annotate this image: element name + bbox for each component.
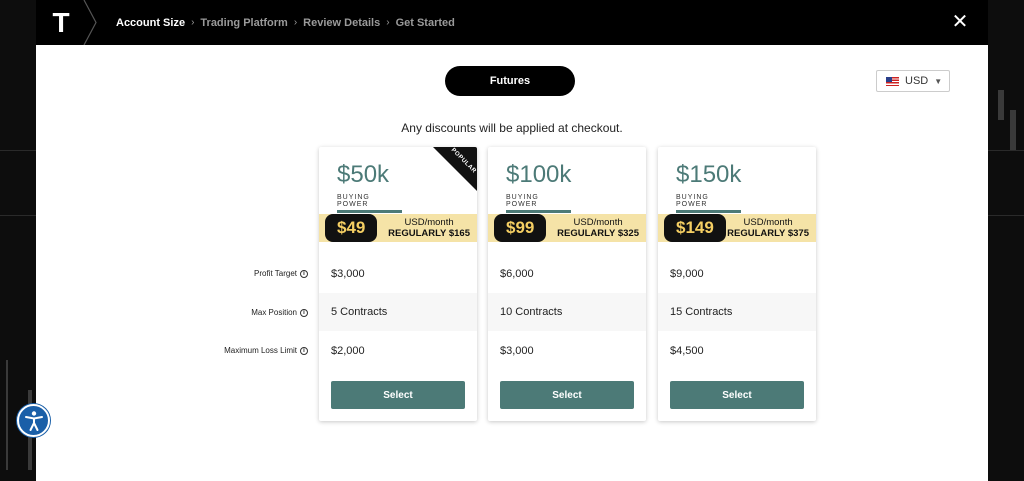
price-details: USD/month REGULARLY $375: [727, 217, 809, 239]
max-position-value: 15 Contracts: [658, 293, 816, 331]
background-right: [988, 0, 1024, 481]
breadcrumb-trading-platform[interactable]: Trading Platform: [200, 17, 287, 29]
logo: T: [36, 0, 98, 45]
regular-price: REGULARLY $165: [388, 228, 470, 239]
regular-price: REGULARLY $325: [557, 228, 639, 239]
max-loss-value: $2,000: [331, 345, 365, 357]
breadcrumb-review-details[interactable]: Review Details: [303, 17, 380, 29]
background-gridline: [0, 150, 36, 151]
currency-value: USD: [905, 75, 929, 87]
plan-card-100k[interactable]: $100k BUYING POWER $99 USD/month REGULAR…: [488, 147, 646, 421]
row-label-text: Maximum Loss Limit: [224, 346, 297, 355]
background-candle: [6, 360, 8, 470]
currency-select[interactable]: USD ▼: [876, 70, 950, 92]
info-icon[interactable]: i: [300, 346, 308, 355]
row-label-max-loss: Maximum Loss Limit i: [224, 346, 308, 355]
price-details: USD/month REGULARLY $165: [388, 217, 470, 239]
breadcrumb-account-size[interactable]: Account Size: [116, 17, 185, 29]
select-button[interactable]: Select: [670, 381, 804, 409]
row-label-text: Max Position: [251, 308, 297, 317]
discount-note: Any discounts will be applied at checkou…: [401, 121, 623, 135]
background-candle: [998, 90, 1004, 120]
plan-card-50k[interactable]: $50k BUYING POWER $49 USD/month REGULARL…: [319, 147, 477, 421]
row-label-max-position: Max Position i: [251, 308, 308, 317]
buying-power-label: BUYING POWER: [506, 194, 571, 213]
breadcrumb-get-started[interactable]: Get Started: [396, 17, 455, 29]
info-icon[interactable]: i: [300, 269, 308, 278]
background-gridline: [988, 215, 1024, 216]
max-loss-value: $3,000: [500, 345, 534, 357]
profit-target-value: $3,000: [331, 268, 365, 280]
breadcrumb-separator: ›: [293, 17, 298, 28]
buying-power-label: BUYING POWER: [676, 194, 741, 213]
max-position-value: 10 Contracts: [488, 293, 646, 331]
breadcrumb-separator: ›: [386, 17, 390, 28]
close-icon[interactable]: ✕: [950, 12, 970, 32]
max-loss-value: $4,500: [670, 345, 704, 357]
row-label-text: Profit Target: [254, 269, 297, 278]
breadcrumb: Account Size › Trading Platform › Review…: [116, 17, 455, 29]
select-button[interactable]: Select: [500, 381, 634, 409]
plan-price: $149: [664, 214, 726, 242]
logo-letter: T: [52, 6, 70, 38]
select-button[interactable]: Select: [331, 381, 465, 409]
plan-amount: $150k: [676, 161, 742, 188]
plan-price: $99: [494, 214, 547, 242]
profit-target-value: $9,000: [670, 268, 704, 280]
accessibility-icon: [24, 410, 43, 431]
chevron-divider-icon: [83, 0, 97, 45]
profit-target-value: $6,000: [500, 268, 534, 280]
plan-amount: $50k: [337, 161, 390, 188]
max-position-value: 5 Contracts: [319, 293, 477, 331]
price-unit: USD/month: [404, 217, 454, 228]
price-details: USD/month REGULARLY $325: [557, 217, 639, 239]
regular-price: REGULARLY $375: [727, 228, 809, 239]
modal-header: T Account Size › Trading Platform › Revi…: [36, 0, 988, 45]
plan-card-150k[interactable]: $150k BUYING POWER $149 USD/month REGULA…: [658, 147, 816, 421]
plan-amount: $100k: [506, 161, 572, 188]
caret-down-icon: ▼: [934, 76, 943, 86]
plan-price: $49: [325, 214, 378, 242]
breadcrumb-separator: ›: [191, 17, 195, 28]
background-gridline: [988, 150, 1024, 151]
us-flag-icon: [886, 76, 899, 86]
info-icon[interactable]: i: [300, 308, 308, 317]
tab-futures[interactable]: Futures: [445, 66, 575, 96]
accessibility-button[interactable]: [17, 404, 50, 437]
row-label-profit-target: Profit Target i: [254, 269, 308, 278]
buying-power-label: BUYING POWER: [337, 194, 402, 213]
popular-badge: POPULAR: [433, 147, 477, 191]
background-gridline: [0, 215, 36, 216]
price-unit: USD/month: [743, 217, 793, 228]
price-unit: USD/month: [573, 217, 623, 228]
